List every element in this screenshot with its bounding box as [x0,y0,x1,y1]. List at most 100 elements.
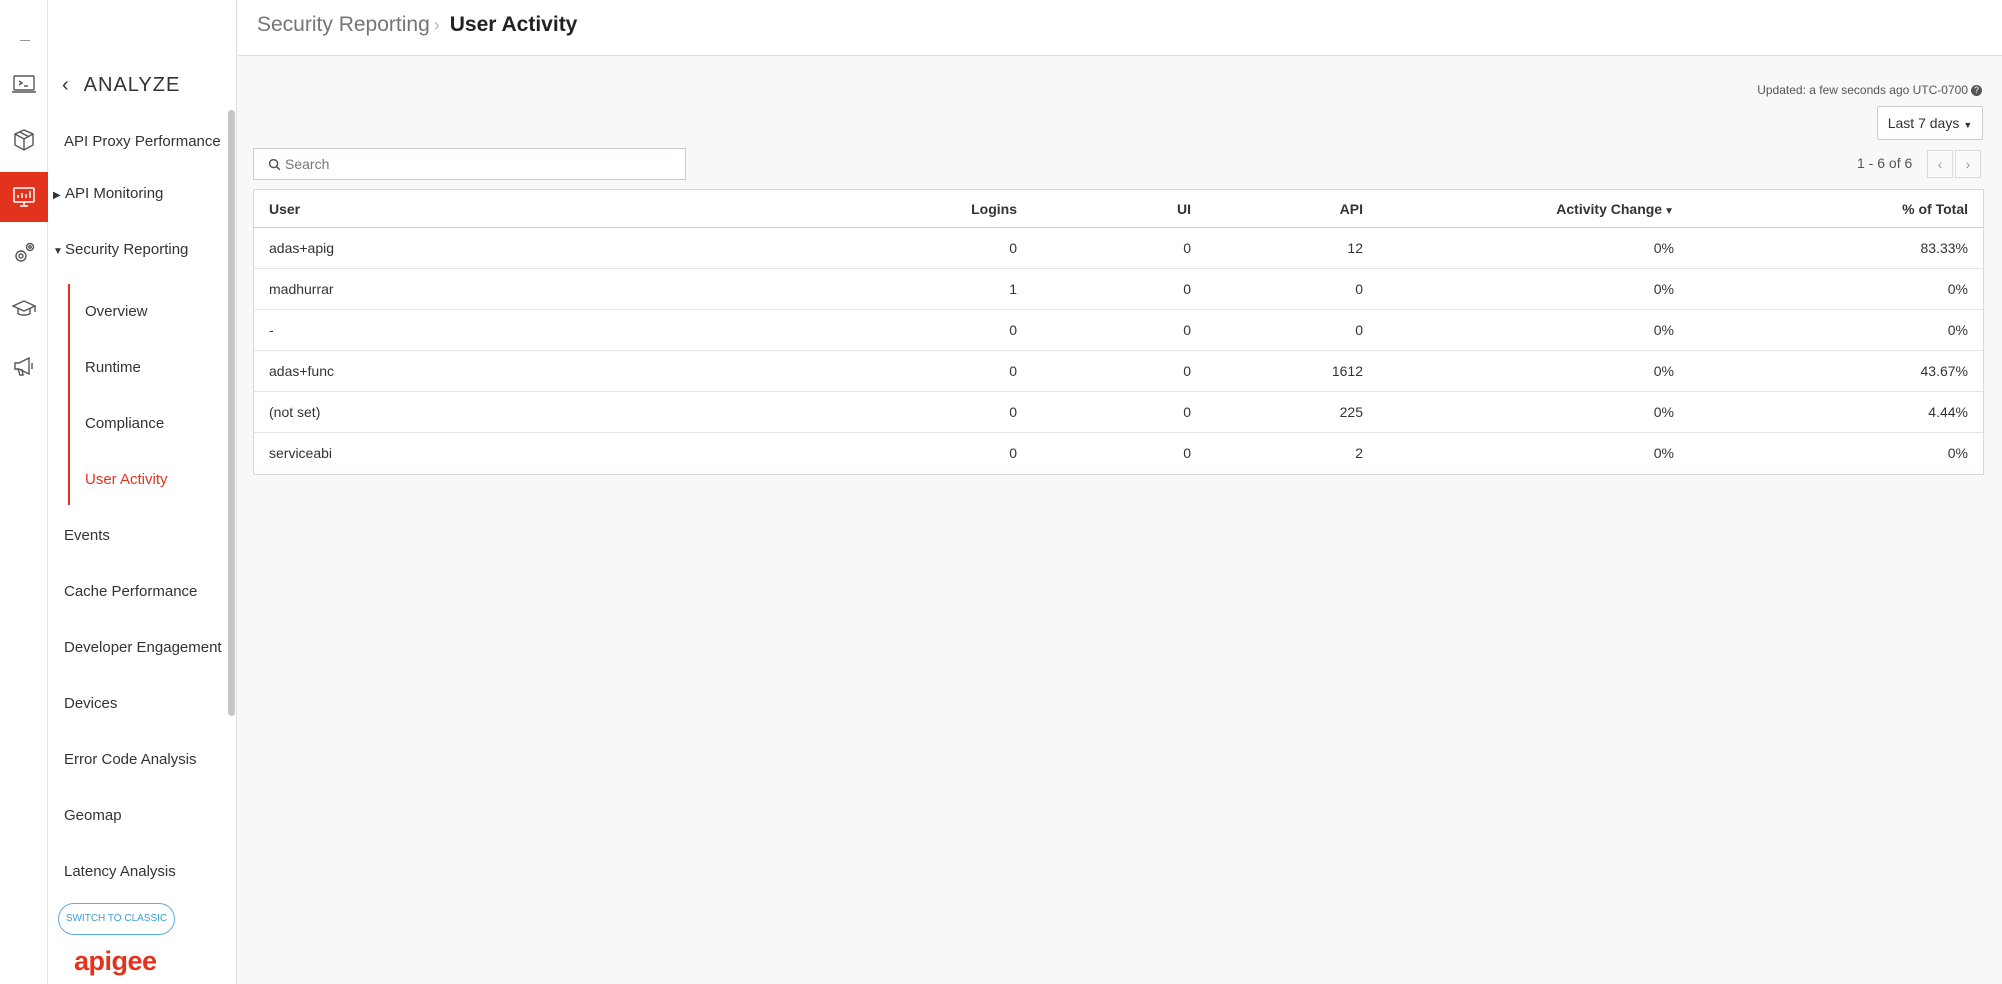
cell-user: (not set) [269,404,321,420]
cell-percent-of-total: 4.44% [1928,404,1968,420]
menu-item-label: Devices [64,695,118,712]
submenu-item-runtime[interactable]: Runtime [85,359,141,376]
cell-user: adas+func [269,363,334,379]
cell-logins: 0 [1009,322,1017,338]
column-header-ui[interactable]: UI [1177,190,1191,228]
menu-item-security-reporting[interactable]: ▼ Security Reporting [53,241,189,258]
cell-api: 1612 [1331,363,1363,379]
cell-user: serviceabi [269,445,333,461]
updated-text: Updated: a few seconds ago UTC-0700 [1757,83,1968,97]
sort-desc-icon: ▼ [1664,206,1674,217]
redaction-mask [336,351,793,391]
redaction-mask [336,269,793,309]
cell-activity-change: 0% [1653,404,1674,420]
cell-api: 12 [1347,240,1363,256]
search-icon [268,158,281,170]
caret-right-icon: ▶ [53,190,61,201]
chevron-left-icon[interactable]: ‹ [62,74,70,97]
cell-api: 0 [1355,281,1363,297]
analyze-menu: ‹ ANALYZE API Proxy Performance ▶ API Mon… [48,0,237,984]
analytics-icon[interactable] [0,172,48,222]
submenu-indicator-line [68,284,70,505]
menu-item-label: Runtime [85,359,141,376]
graduation-cap-icon[interactable] [0,284,48,334]
date-range-dropdown[interactable]: Last 7 days ▼ [1877,106,1983,140]
cell-percent-of-total: 43.67% [1920,363,1968,379]
menu-header[interactable]: ‹ ANALYZE [62,74,180,97]
cell-user: adas+apig [269,240,335,256]
package-icon[interactable] [0,115,48,165]
caret-down-icon: ▼ [53,246,63,257]
table-row[interactable]: serviceabi 0 0 2 0% 0% [254,433,1983,474]
menu-item-label: Security Reporting [65,241,189,258]
cell-activity-change: 0% [1653,322,1674,338]
cell-activity-change: 0% [1653,363,1674,379]
table-row[interactable]: - 0 0 0 0% 0% [254,310,1983,351]
search-box[interactable] [253,148,686,180]
cell-ui: 0 [1183,404,1191,420]
menu-item-devices[interactable]: Devices [64,695,117,712]
cell-ui: 0 [1183,281,1191,297]
menu-item-label: Latency Analysis [64,863,176,880]
breadcrumb-parent-link[interactable]: Security Reporting [257,13,430,37]
column-header-api[interactable]: API [1340,190,1363,228]
menu-item-cache-performance[interactable]: Cache Performance [64,583,197,600]
cell-percent-of-total: 0% [1947,445,1968,461]
help-icon[interactable]: ? [1971,85,1982,97]
cell-percent-of-total: 0% [1947,322,1968,338]
apigee-logo: apigee [74,946,157,976]
menu-item-label: Cache Performance [64,583,198,600]
column-header-logins[interactable]: Logins [971,190,1017,228]
cell-ui: 0 [1183,240,1191,256]
table-row[interactable]: madhurrar 1 0 0 0% 0% [254,269,1983,310]
cell-logins: 1 [1009,281,1017,297]
menu-item-error-code-analysis[interactable]: Error Code Analysis [64,751,197,768]
submenu-item-compliance[interactable]: Compliance [85,415,164,432]
pagination-range: 1 - 6 of 6 [1857,155,1913,171]
page-title: User Activity [449,13,578,36]
menu-item-latency-analysis[interactable]: Latency Analysis [64,863,176,880]
submenu-item-user-activity[interactable]: User Activity [85,471,168,488]
column-header-activity-change[interactable]: Activity Change ▼ [1556,190,1674,231]
terminal-icon[interactable] [0,59,48,109]
menu-item-api-monitoring[interactable]: ▶ API Monitoring [53,185,163,202]
user-activity-table: User Logins UI API Activity Change ▼ % of… [253,189,1984,475]
menu-item-label: Overview [85,303,148,320]
menu-item-api-proxy-performance[interactable]: API Proxy Performance [64,133,221,150]
switch-to-classic-button[interactable]: SWITCH TO CLASSIC [58,903,175,935]
menu-item-label: Geomap [64,807,122,824]
menu-item-label: User Activity [85,471,168,488]
caret-down-icon: ▼ [1963,120,1973,130]
table-row[interactable]: adas+apig 0 0 12 0% 83.33% [254,228,1983,269]
table-header: User Logins UI API Activity Change ▼ % of… [254,190,1983,228]
breadcrumb: Security Reporting › User Activity [257,13,577,37]
column-header-percent-of-total[interactable]: % of Total [1902,190,1968,228]
cell-logins: 0 [1009,404,1017,420]
menu-item-geomap[interactable]: Geomap [64,807,122,824]
search-input[interactable] [285,156,665,172]
menu-item-developer-engagement[interactable]: Developer Engagement [64,639,222,656]
date-range-label: Last 7 days [1887,115,1960,131]
icon-rail [0,0,48,984]
table-row[interactable]: (not set) 0 0 225 0% 4.44% [254,392,1983,433]
column-header-user[interactable]: User [269,190,335,228]
prev-page-button[interactable]: ‹ [1927,150,1953,178]
cell-percent-of-total: 0% [1947,281,1968,297]
cell-api: 2 [1355,445,1363,461]
cell-activity-change: 0% [1653,445,1674,461]
menu-item-events[interactable]: Events [64,527,110,544]
menu-item-label: Compliance [85,415,165,432]
cell-user: - [269,322,274,338]
updated-status: Updated: a few seconds ago UTC-0700? [1757,83,1982,97]
redaction-mask [336,433,793,474]
redaction-mask [336,228,793,268]
submenu-item-overview[interactable]: Overview [85,303,148,320]
menu-scrollbar[interactable] [228,110,235,716]
next-page-button[interactable]: › [1955,150,1981,178]
cell-logins: 0 [1009,363,1017,379]
megaphone-icon[interactable] [0,341,48,391]
menu-item-label: Error Code Analysis [64,751,197,768]
settings-gears-icon[interactable] [0,228,48,278]
cell-ui: 0 [1183,322,1191,338]
table-row[interactable]: adas+func 0 0 1612 0% 43.67% [254,351,1983,392]
